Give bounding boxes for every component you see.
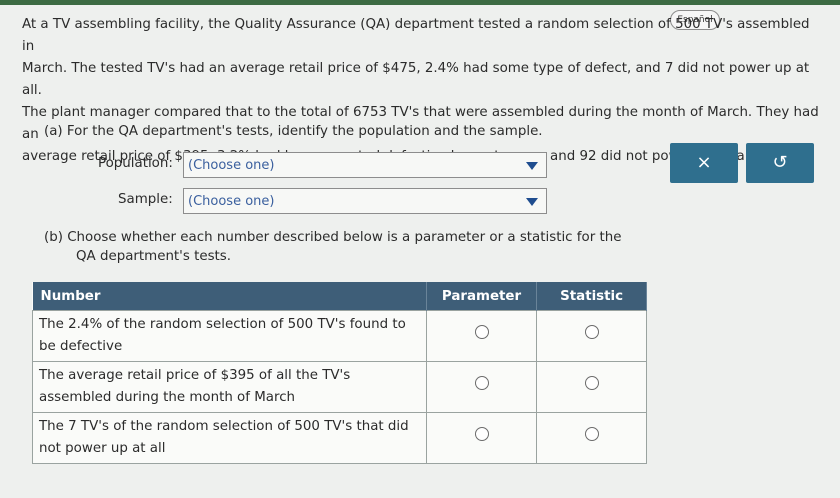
population-select[interactable]: (Choose one) bbox=[183, 152, 547, 178]
table-header-row: Number Parameter Statistic bbox=[32, 282, 647, 311]
header-number: Number bbox=[32, 282, 427, 311]
chevron-down-icon bbox=[526, 162, 538, 170]
parameter-radio[interactable] bbox=[474, 325, 489, 339]
table-row: The average retail price of $395 of all … bbox=[32, 361, 647, 413]
part-b-prompt-line: QA department's tests. bbox=[76, 249, 232, 264]
sample-select[interactable]: (Choose one) bbox=[183, 188, 547, 214]
statistic-radio-cell[interactable] bbox=[536, 412, 647, 464]
problem-line: March. The tested TV's had an average re… bbox=[22, 61, 810, 98]
population-select-value: (Choose one) bbox=[188, 158, 275, 173]
statistic-radio[interactable] bbox=[584, 427, 599, 441]
undo-button[interactable]: ↺ bbox=[746, 143, 814, 183]
part-b-prompt-line: (b) Choose whether each number described… bbox=[44, 230, 622, 245]
part-a-prompt: (a) For the QA department's tests, ident… bbox=[44, 124, 543, 139]
top-accent-bar bbox=[0, 0, 840, 5]
part-b-prompt: (b) Choose whether each number described… bbox=[44, 228, 644, 266]
chevron-down-icon bbox=[526, 198, 538, 206]
row-description: The 2.4% of the random selection of 500 … bbox=[32, 310, 427, 362]
header-parameter: Parameter bbox=[426, 282, 538, 311]
parameter-radio-cell[interactable] bbox=[425, 310, 538, 362]
undo-icon: ↺ bbox=[772, 152, 788, 173]
statistic-radio-cell[interactable] bbox=[536, 361, 647, 413]
table-row: The 2.4% of the random selection of 500 … bbox=[32, 310, 647, 362]
clear-button[interactable]: × bbox=[670, 143, 738, 183]
population-label: Population: bbox=[98, 156, 173, 171]
statistic-radio[interactable] bbox=[584, 376, 599, 390]
close-icon: × bbox=[696, 152, 712, 173]
statistic-radio-cell[interactable] bbox=[536, 310, 647, 362]
parameter-radio-cell[interactable] bbox=[425, 412, 538, 464]
row-description: The average retail price of $395 of all … bbox=[32, 361, 427, 413]
statistic-radio[interactable] bbox=[584, 325, 599, 339]
parameter-radio[interactable] bbox=[474, 427, 489, 441]
problem-line: At a TV assembling facility, the Quality… bbox=[22, 17, 810, 54]
parameter-statistic-table: Number Parameter Statistic The 2.4% of t… bbox=[32, 282, 647, 464]
row-description: The 7 TV's of the random selection of 50… bbox=[32, 412, 427, 464]
parameter-radio-cell[interactable] bbox=[425, 361, 538, 413]
table-row: The 7 TV's of the random selection of 50… bbox=[32, 412, 647, 464]
parameter-radio[interactable] bbox=[474, 376, 489, 390]
header-statistic: Statistic bbox=[536, 282, 647, 311]
sample-label: Sample: bbox=[118, 192, 173, 207]
sample-select-value: (Choose one) bbox=[188, 194, 275, 209]
